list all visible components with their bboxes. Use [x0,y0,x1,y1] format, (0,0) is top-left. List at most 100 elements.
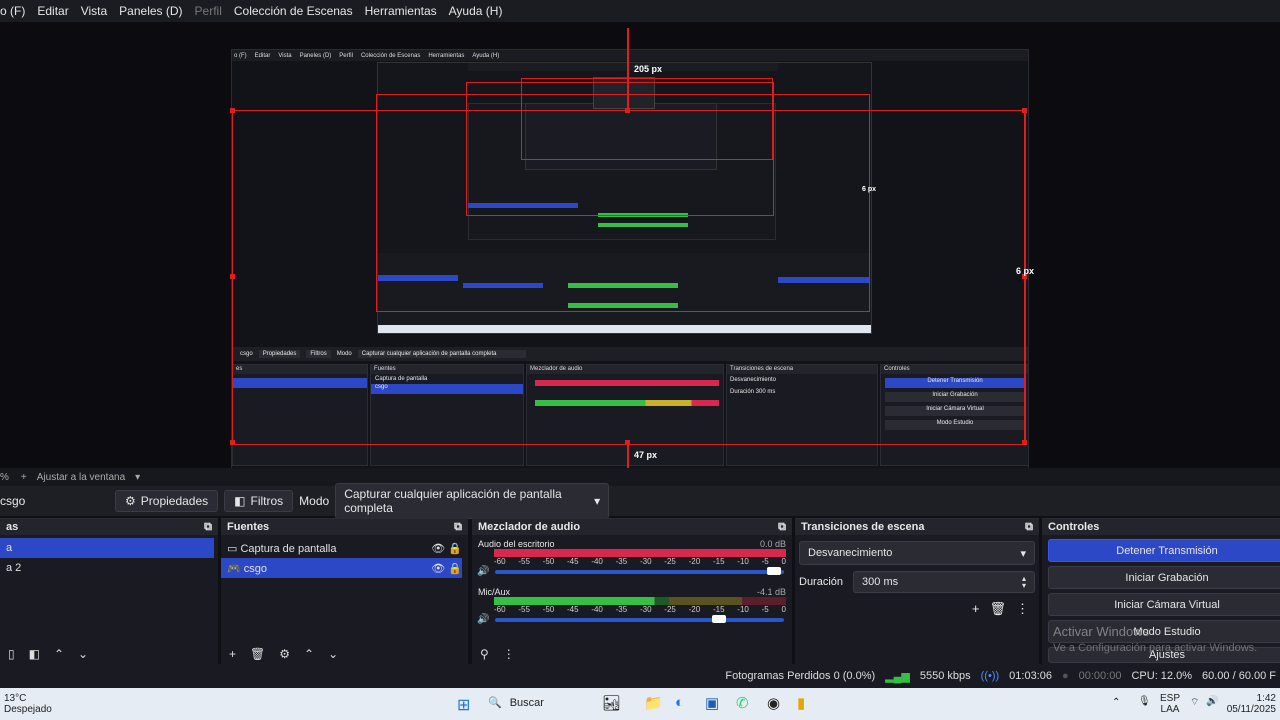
source-item[interactable]: 🎮 csgo 👁 🔒 [221,558,462,578]
tick-label: 0 [781,557,786,566]
menu-profile[interactable]: Perfil [189,4,228,18]
menu-scene-collection[interactable]: Colección de Escenas [228,4,359,18]
transition-select[interactable]: Desvanecimiento ▾ [799,541,1035,565]
start-recording-button[interactable]: Iniciar Grabación [1048,566,1280,589]
move-down-icon[interactable]: ⌄ [328,647,338,661]
menu-tools[interactable]: Herramientas [359,4,443,18]
sources-dock: Fuentes ⧉ ▭ Captura de pantalla 👁 🔒 🎮 csg… [221,518,468,665]
tick-label: -30 [639,557,652,566]
scene-item[interactable]: a [0,538,214,558]
tick-label: -45 [566,557,579,566]
cpu-usage: CPU: 12.0% [1131,670,1192,682]
menu-file[interactable]: o (F) [0,4,31,18]
volume-icon[interactable]: 🔊 [1206,696,1218,707]
dock-undock-icon[interactable]: ⧉ [454,521,462,534]
resize-handle-tl[interactable] [230,108,235,113]
transitions-title: Transiciones de escena [801,521,925,533]
mixer-title: Mezclador de audio [478,521,581,533]
file-explorer-icon[interactable]: 📁 [644,694,663,712]
volume-slider[interactable] [495,566,784,575]
lock-icon[interactable]: 🔒 [448,543,462,555]
resize-handle-br[interactable] [1022,440,1027,445]
clock-date: 05/11/2025 [1226,704,1276,715]
tick-label: -10 [737,557,749,566]
speaker-icon[interactable]: 🔊 [477,614,489,625]
mixer-channel: Mic/Aux -4.1 dB -60 -55 -50 -45 -40 -35 -30 -25 -2… [472,587,792,625]
language-indicator[interactable]: ESP LAA [1160,693,1180,715]
guide-line-top [627,28,629,110]
lock-icon[interactable]: 🔒 [448,563,462,575]
transition-value: Desvanecimiento [808,547,893,559]
remove-scene-icon[interactable]: ▯ [8,647,15,661]
store-icon[interactable]: ▣ [705,694,719,712]
capture-mode-select[interactable]: Capturar cualquier aplicación de pantall… [335,483,610,519]
wifi-icon[interactable]: ⌔ [1190,696,1199,709]
tick-label: -55 [518,557,530,566]
add-source-icon[interactable]: + [229,647,236,661]
move-up-icon[interactable]: ⌃ [304,647,314,661]
volume-meter [494,549,786,557]
trash-icon[interactable]: 🗑 [250,647,265,661]
tick-label: 0 [781,605,786,614]
obs-icon[interactable]: ◉ [767,694,780,712]
volume-knob[interactable] [712,614,727,623]
add-transition-icon[interactable]: + [972,601,980,617]
dock-undock-icon[interactable]: ⧉ [778,521,786,534]
source-toolbar: csgo ⚙ Propiedades ◧ Filtros Modo Captur… [0,483,1280,519]
resize-handle-tr[interactable] [1022,108,1027,113]
menu-edit[interactable]: Editar [31,4,74,18]
filters-button[interactable]: ◧ Filtros [224,490,294,512]
resize-handle-top[interactable] [625,108,630,113]
preview-canvas[interactable]: o (F) Editar Vista Paneles (D) Perfil Colecci… [0,22,1280,488]
windows-start-icon[interactable]: ⊞ [457,695,470,715]
move-up-icon[interactable]: ⌃ [54,647,64,661]
game-icon[interactable]: 🏜 [602,694,621,712]
weather-widget[interactable]: 13°C Despejado [4,693,52,715]
activate-windows-title: Activar Windows [1053,624,1150,639]
zoom-plus-icon[interactable]: + [21,472,27,483]
resize-handle-left[interactable] [230,274,235,279]
bitrate: 5550 kbps [919,670,971,682]
more-options-icon[interactable]: ⋮ [503,647,515,661]
taskbar-search[interactable]: 🔍 Buscar [488,696,544,710]
chevron-down-icon[interactable]: ▾ [135,472,140,483]
gear-icon[interactable]: ⚙ [279,647,290,661]
dock-undock-icon[interactable]: ⧉ [1025,521,1033,534]
scene-filters-icon[interactable]: ◧ [29,647,40,661]
distance-label-top: 205 px [634,64,663,74]
properties-button[interactable]: ⚙ Propiedades [115,490,219,512]
selected-source-name: csgo [0,494,26,508]
stop-streaming-button[interactable]: Detener Transmisión [1048,539,1280,562]
channel-db: -4.1 dB [756,587,786,597]
resize-handle-bottom[interactable] [625,440,630,445]
resize-handle-bl[interactable] [230,440,235,445]
whatsapp-icon[interactable]: ✆ [736,694,749,712]
trash-icon[interactable]: 🗑 [989,601,1006,617]
menu-view[interactable]: Vista [75,4,113,18]
source-item[interactable]: ▭ Captura de pantalla 👁 🔒 [221,538,462,558]
volume-slider[interactable] [495,614,784,623]
start-virtual-camera-button[interactable]: Iniciar Cámara Virtual [1048,593,1280,616]
advanced-audio-icon[interactable]: ⚲ [480,647,489,661]
spinner-icon[interactable]: ▴ ▾ [1022,575,1026,590]
chevron-up-icon[interactable]: ⌃ [1112,697,1120,708]
app-icon[interactable]: ▮ [797,694,805,712]
eye-icon[interactable]: 👁 [431,563,445,575]
menu-help[interactable]: Ayuda (H) [443,4,509,18]
eye-icon[interactable]: 👁 [431,543,445,555]
clock[interactable]: 1:42 05/11/2025 [1226,693,1276,715]
menu-docks[interactable]: Paneles (D) [113,4,188,18]
monitor-icon: ▭ [227,542,238,555]
weather-temp: 13°C [4,693,27,704]
volume-knob[interactable] [767,566,782,575]
fit-window-label[interactable]: Ajustar a la ventana [37,472,125,483]
edge-icon[interactable]: ◐ [675,694,684,711]
speaker-icon[interactable]: 🔊 [477,566,489,577]
dock-undock-icon[interactable]: ⧉ [204,521,212,534]
move-down-icon[interactable]: ⌄ [78,647,88,661]
scene-item[interactable]: a 2 [0,558,214,578]
search-icon: 🔍 [488,697,502,709]
duration-spinbox[interactable]: 300 ms ▴ ▾ [853,571,1035,593]
microphone-icon[interactable]: 🎙 [1138,696,1151,707]
more-options-icon[interactable]: ⋮ [1016,601,1029,617]
